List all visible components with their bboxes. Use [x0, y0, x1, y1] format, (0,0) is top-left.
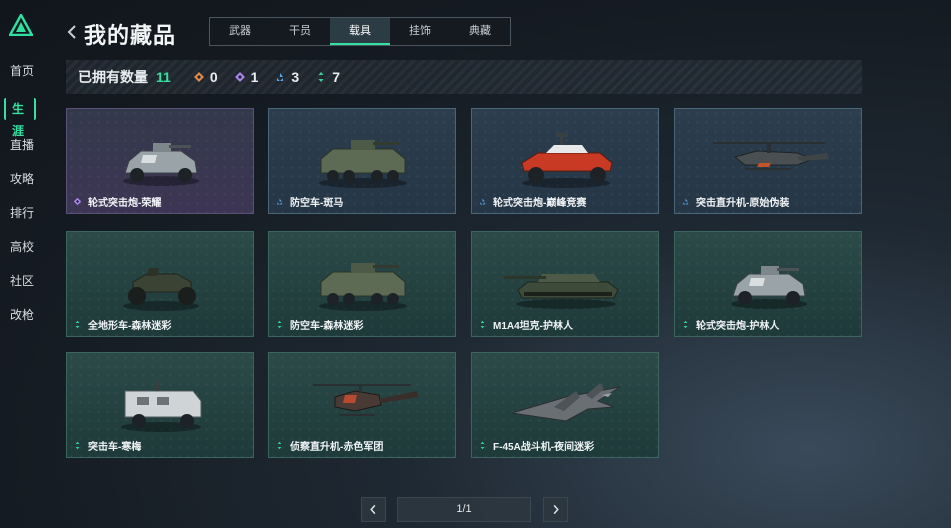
- vehicle-name-row: 突击车-寒梅: [73, 438, 141, 453]
- vehicle-name: 防空车-斑马: [290, 198, 344, 209]
- sidebar-item-3[interactable]: 直播: [6, 134, 38, 156]
- vehicle-card[interactable]: F-45A战斗机-夜间迷彩: [471, 352, 659, 458]
- vehicle-card[interactable]: 突击车-寒梅: [66, 352, 254, 458]
- sidebar-item-6[interactable]: 高校: [6, 236, 38, 258]
- vehicle-name: 防空车-森林迷彩: [290, 321, 364, 332]
- rarity-stat-count: 0: [209, 69, 218, 85]
- vehicle-name: 轮式突击炮-巅峰竞赛: [493, 198, 587, 209]
- tab-3[interactable]: 载具: [330, 18, 390, 45]
- sidebar-item-4[interactable]: 攻略: [6, 168, 38, 190]
- vehicle-name-row: 轮式突击炮-护林人: [681, 317, 779, 332]
- vehicle-card[interactable]: 防空车-斑马: [268, 108, 456, 214]
- green-rarity-icon: [318, 72, 324, 82]
- vehicle-card[interactable]: 侦察直升机-赤色军团: [268, 352, 456, 458]
- app-logo-icon: [9, 14, 33, 36]
- owned-count-label: 已拥有数量: [78, 69, 148, 85]
- green-rarity-icon: [683, 320, 688, 329]
- tab-2[interactable]: 干员: [270, 18, 330, 45]
- vehicle-name: 突击直升机-原始伪装: [696, 198, 790, 209]
- vehicle-name: 突击车-寒梅: [88, 442, 142, 453]
- green-rarity-icon: [75, 320, 80, 329]
- rarity-stat-3: 3: [274, 69, 299, 85]
- vehicle-name-row: F-45A战斗机-夜间迷彩: [478, 438, 594, 453]
- tab-5[interactable]: 典藏: [450, 18, 510, 45]
- back-arrow-icon[interactable]: [66, 22, 78, 42]
- attack-helicopter-icon: [713, 142, 829, 170]
- green-rarity-icon: [75, 441, 80, 450]
- vehicle-name: 侦察直升机-赤色军团: [290, 442, 384, 453]
- vehicle-card[interactable]: M1A4坦克-护林人: [471, 231, 659, 337]
- vehicle-name-row: 侦察直升机-赤色军团: [275, 438, 383, 453]
- vehicle-name-row: 防空车-斑马: [275, 194, 343, 209]
- rarity-stat-2: 1: [234, 69, 259, 85]
- vehicle-name-row: 轮式突击炮-巅峰竞赛: [478, 194, 586, 209]
- purple-rarity-icon: [73, 197, 82, 206]
- sidebar-item-2[interactable]: 生涯: [4, 98, 36, 138]
- vehicle-name: 轮式突击炮-荣耀: [88, 198, 162, 209]
- page-title: 我的藏品: [84, 23, 177, 48]
- vehicle-card[interactable]: 轮式突击炮-巅峰竞赛: [471, 108, 659, 214]
- tab-1[interactable]: 武器: [210, 18, 270, 45]
- vehicle-card[interactable]: 突击直升机-原始伪装: [674, 108, 862, 214]
- owned-stats-bar: 已拥有数量 11 0 1 3 7: [66, 60, 862, 94]
- vehicle-name: 全地形车-森林迷彩: [88, 321, 172, 332]
- vehicle-name: F-45A战斗机-夜间迷彩: [493, 442, 595, 453]
- vehicle-grid: 轮式突击炮-荣耀 防空车-斑马 轮式突击炮-巅峰竞赛 突击直升机-原始伪装全地形车-森…: [66, 108, 862, 462]
- vehicle-name: 轮式突击炮-护林人: [696, 321, 780, 332]
- armored-truck-icon: [121, 381, 202, 432]
- green-rarity-icon: [480, 320, 485, 329]
- armored-car-icon: [731, 266, 807, 309]
- vehicle-name: M1A4坦克-护林人: [493, 321, 574, 332]
- purple-rarity-icon: [234, 72, 245, 82]
- blue-rarity-icon: [277, 198, 282, 205]
- scout-helicopter-icon: [313, 384, 419, 416]
- category-tabs: 武器 干员 载具 挂饰 典藏: [209, 17, 511, 46]
- orange-rarity-icon: [193, 72, 204, 82]
- blue-rarity-icon: [277, 73, 284, 81]
- apc-icon: [319, 140, 407, 188]
- blue-rarity-icon: [480, 198, 485, 205]
- green-rarity-icon: [277, 441, 282, 450]
- tank-icon: [504, 274, 619, 309]
- vehicle-name-row: 突击直升机-原始伪装: [681, 194, 789, 209]
- vehicle-card[interactable]: 轮式突击炮-护林人: [674, 231, 862, 337]
- vehicle-card[interactable]: 轮式突击炮-荣耀: [66, 108, 254, 214]
- sidebar-item-5[interactable]: 排行: [6, 202, 38, 224]
- vehicle-card[interactable]: 防空车-森林迷彩: [268, 231, 456, 337]
- vehicle-card[interactable]: 全地形车-森林迷彩: [66, 231, 254, 337]
- next-page-button[interactable]: [543, 497, 568, 522]
- rarity-stat-count: 7: [332, 69, 340, 85]
- sidebar-item-8[interactable]: 改枪: [6, 304, 38, 326]
- armored-car-icon: [123, 143, 199, 186]
- sidebar-item-7[interactable]: 社区: [6, 270, 38, 292]
- vehicle-name-row: M1A4坦克-护林人: [478, 317, 573, 332]
- vehicle-name-row: 防空车-森林迷彩: [275, 317, 363, 332]
- apc-icon: [319, 263, 407, 311]
- rarity-stat-count: 3: [291, 69, 300, 85]
- owned-total-count: 11: [156, 69, 171, 85]
- vehicle-name-row: 轮式突击炮-荣耀: [73, 194, 161, 209]
- page-indicator: 1/1: [397, 497, 531, 522]
- buggy-icon: [521, 133, 613, 188]
- rarity-stat-count: 1: [250, 69, 259, 85]
- tab-4[interactable]: 挂饰: [390, 18, 450, 45]
- sidebar-item-1[interactable]: 首页: [6, 60, 38, 82]
- rarity-stat-1: 0: [193, 69, 218, 85]
- prev-page-button[interactable]: [361, 497, 386, 522]
- atv-icon: [123, 268, 199, 311]
- green-rarity-icon: [277, 320, 282, 329]
- rarity-stat-4: 7: [315, 69, 340, 85]
- green-rarity-icon: [480, 441, 485, 450]
- fighter-jet-icon: [511, 383, 621, 422]
- vehicle-name-row: 全地形车-森林迷彩: [73, 317, 171, 332]
- blue-rarity-icon: [683, 198, 688, 205]
